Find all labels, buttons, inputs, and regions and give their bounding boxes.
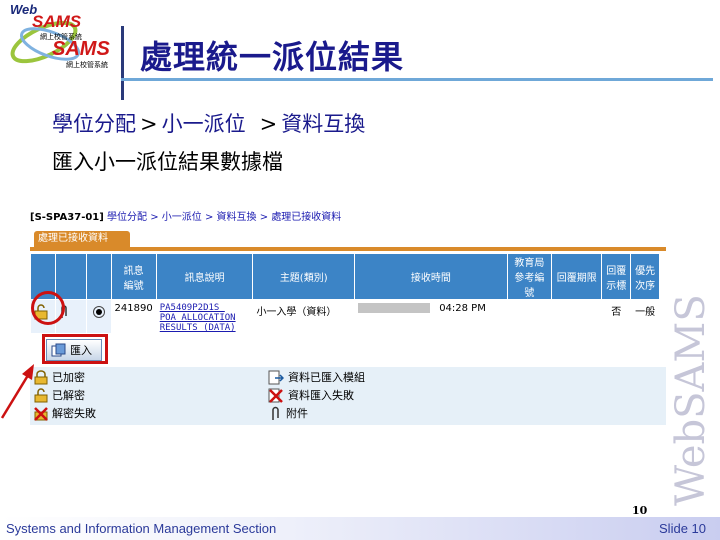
subject-cell: 小一入學（資料） [252, 299, 355, 334]
select-cell [85, 299, 112, 334]
footer-slide-number: Slide 10 [659, 521, 706, 536]
description-link[interactable]: PA5409P2D1S_ [160, 303, 250, 313]
header-reply-flag: 回覆 示標 [601, 253, 632, 300]
time-value: 04:28 PM [439, 303, 486, 314]
redacted-date [358, 303, 430, 313]
legend-label: 資料匯入失敗 [288, 389, 354, 402]
legend-label: 資料已匯入模組 [288, 371, 365, 384]
screen-crumb-separator: > [150, 212, 159, 223]
breadcrumb-item: 資料互換 [281, 112, 366, 136]
header-subject: 主題(類別) [252, 253, 355, 300]
reply-flag-cell: 否 [601, 299, 632, 334]
time-cell: 04:28 PM [354, 299, 508, 334]
logo-tagline-bottom: 網上校管系統 [66, 61, 108, 69]
page-number: 10 [632, 504, 648, 517]
breadcrumb: 學位分配 > 小一派位 > 資料互換 [52, 108, 365, 138]
header-priority: 優先 次序 [630, 253, 660, 300]
logo-sams-text-2: SAMS [52, 38, 110, 60]
red-arrow-icon [0, 364, 34, 419]
imported-icon [268, 370, 284, 384]
description-cell: PA5409P2D1S_ POA_ALLOCATION RESULTS_(DAT… [155, 299, 254, 334]
legend-item: 資料匯入失敗 [268, 387, 354, 403]
ref-no-cell [506, 299, 553, 334]
breadcrumb-separator: > [259, 112, 278, 136]
logo-sams-text: SAMS [32, 12, 82, 31]
footer-section-name: Systems and Information Management Secti… [6, 521, 277, 536]
title-divider-horizontal [121, 78, 713, 81]
msg-no-cell: 241890 [110, 299, 157, 334]
header-ref-no: 教育局 參考編號 [506, 253, 553, 300]
subheading: 匯入小一派位結果數據檔 [52, 150, 283, 174]
tab-underline [30, 247, 666, 251]
icon-legend: 已加密 已解密 解密失敗 資料已匯入模組 資料匯入失敗 附件 [30, 367, 666, 425]
legend-label: 附件 [286, 407, 308, 420]
deadline-cell [551, 299, 603, 334]
slide-title: 處理統一派位結果 [140, 38, 405, 76]
screen-crumb-link[interactable]: 學位分配 [107, 212, 147, 223]
header-attach [54, 253, 87, 300]
legend-item: 已解密 [34, 387, 85, 403]
screen-breadcrumb: [S-SPA37-01] 學位分配 > 小一派位 > 資料互換 > 處理已接收資… [30, 208, 341, 223]
screen-crumb-separator: > [259, 212, 269, 223]
header-time: 接收時間 [354, 253, 508, 300]
row-radio-button[interactable] [92, 306, 105, 318]
legend-label: 已加密 [52, 371, 85, 384]
title-divider-vertical [121, 26, 124, 100]
websams-logo: Web SAMS 網上校管系統 SAMS 網上校管系統 [4, 2, 122, 88]
lock-highlight-circle [31, 291, 65, 325]
table-header-row: 訊息 編號 訊息說明 主題(類別) 接收時間 教育局 參考編號 回覆期限 回覆 … [30, 253, 660, 300]
legend-label: 已解密 [52, 389, 85, 402]
header-deadline: 回覆期限 [551, 253, 603, 300]
legend-item: 資料已匯入模組 [268, 369, 365, 385]
tab-processed-data[interactable]: 處理已接收資料 [34, 231, 130, 247]
watermark-text: WebSAMS [668, 296, 714, 506]
screen-code: [S-SPA37-01] [30, 212, 104, 223]
screen-crumb-link[interactable]: 小一派位 [162, 212, 202, 223]
embedded-screenshot: [S-SPA37-01] 學位分配 > 小一派位 > 資料互換 > 處理已接收資… [30, 205, 666, 435]
header-select [85, 253, 112, 300]
legend-item: 附件 [268, 405, 308, 421]
breadcrumb-item: 小一派位 [161, 112, 246, 136]
header-description: 訊息說明 [155, 253, 254, 300]
screen-crumb-separator: > [204, 212, 214, 223]
description-link[interactable]: RESULTS_(DATA) [160, 323, 250, 333]
breadcrumb-item: 學位分配 [52, 112, 136, 136]
footer-bar: Systems and Information Management Secti… [0, 517, 720, 540]
attachment-icon [272, 406, 279, 420]
header-msg-no: 訊息 編號 [110, 253, 157, 300]
breadcrumb-separator: > [140, 112, 158, 136]
legend-item: 已加密 [34, 369, 85, 385]
legend-item: 解密失敗 [34, 405, 96, 421]
legend-label: 解密失敗 [52, 407, 96, 420]
import-highlight-box [42, 334, 108, 364]
screen-crumb-current: 處理已接收資料 [271, 212, 342, 223]
import-failed-icon [268, 388, 283, 403]
priority-cell: 一般 [630, 299, 660, 334]
websams-watermark: WebSAMS [664, 296, 720, 516]
screen-crumb-link[interactable]: 資料互換 [217, 212, 257, 223]
description-link[interactable]: POA_ALLOCATION [160, 313, 250, 323]
messages-table: 訊息 編號 訊息說明 主題(類別) 接收時間 教育局 參考編號 回覆期限 回覆 … [30, 253, 660, 334]
table-row[interactable]: 241890 PA5409P2D1S_ POA_ALLOCATION RESUL… [30, 299, 660, 334]
